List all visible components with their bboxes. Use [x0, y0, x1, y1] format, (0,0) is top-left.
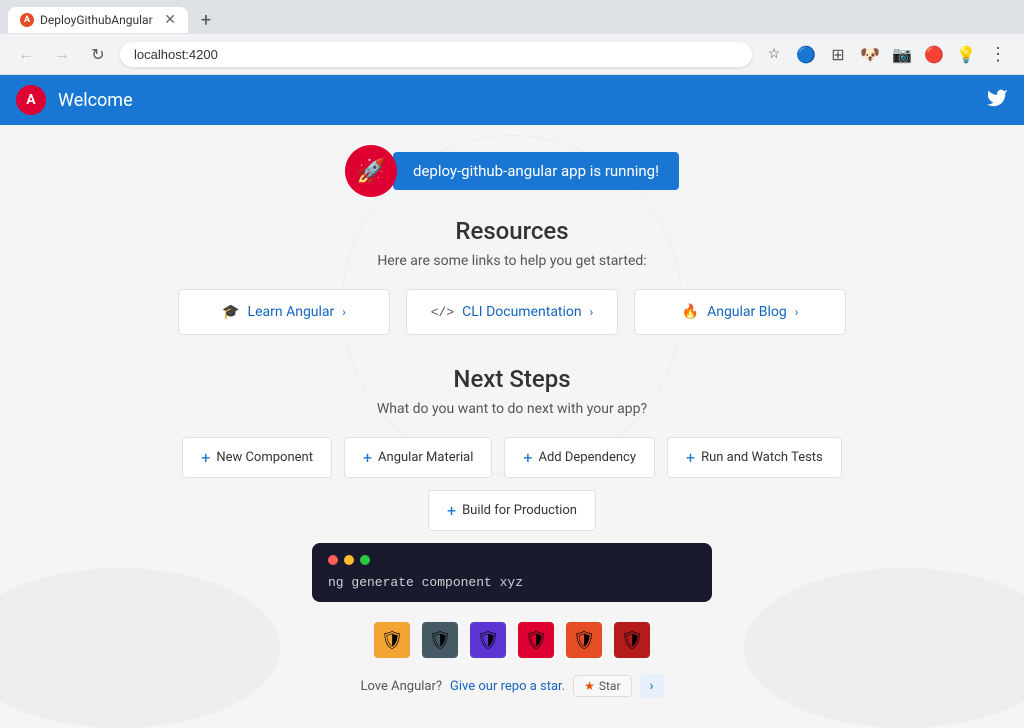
tab-favicon: A — [20, 13, 34, 27]
banner-text: deploy-github-angular app is running! — [393, 152, 679, 190]
cli-doc-card[interactable]: </> CLI Documentation › — [406, 289, 618, 335]
learn-angular-card[interactable]: 🎓 Learn Angular › — [178, 289, 390, 335]
add-dependency-card[interactable]: + Add Dependency — [504, 437, 655, 478]
plus-icon-5: + — [447, 501, 456, 520]
extension-icon-4[interactable]: 📷 — [888, 40, 916, 68]
plus-icon-3: + — [523, 448, 532, 467]
learn-angular-label: Learn Angular — [248, 304, 335, 320]
extension-icon-1[interactable]: 🔵 — [792, 40, 820, 68]
app-banner: 🚀 deploy-github-angular app is running! — [178, 145, 846, 197]
love-angular-text: Love Angular? — [360, 679, 442, 694]
ext-icon-5[interactable]: 🛡 — [566, 622, 602, 658]
arrow-button[interactable]: › — [640, 674, 664, 698]
build-production-card[interactable]: + Build for Production — [428, 490, 596, 531]
angular-blog-label: Angular Blog — [707, 304, 787, 320]
main-content: 🚀 deploy-github-angular app is running! … — [0, 125, 1024, 728]
terminal: ng generate component xyz — [312, 543, 712, 602]
browser-chrome: A DeployGithubAngular ✕ + ← → ↻ ☆ 🔵 ⊞ 🐶 … — [0, 0, 1024, 75]
next-steps-title: Next Steps — [178, 365, 846, 393]
toolbar-icons: ☆ 🔵 ⊞ 🐶 📷 🔴 💡 ⋮ — [760, 40, 1012, 68]
terminal-dot-green — [360, 555, 370, 565]
star-label: Star — [599, 679, 621, 693]
content-wrapper: 🚀 deploy-github-angular app is running! … — [162, 125, 862, 728]
next-steps-subtitle: What do you want to do next with your ap… — [178, 401, 846, 417]
twitter-icon[interactable] — [986, 87, 1008, 114]
plus-icon-2: + — [363, 448, 372, 467]
reload-button[interactable]: ↻ — [84, 40, 112, 68]
tab-bar: A DeployGithubAngular ✕ + — [0, 0, 1024, 34]
back-button[interactable]: ← — [12, 40, 40, 68]
cli-chevron: › — [590, 305, 594, 319]
rocket-circle: 🚀 — [345, 145, 397, 197]
angular-logo: A — [16, 85, 46, 115]
new-component-card[interactable]: + New Component — [182, 437, 332, 478]
terminal-code: ng generate component xyz — [328, 575, 696, 590]
star-symbol: ★ — [584, 679, 595, 693]
terminal-dot-red — [328, 555, 338, 565]
url-input[interactable] — [120, 42, 752, 67]
arrow-icon: › — [649, 678, 653, 694]
angular-blog-card[interactable]: 🔥 Angular Blog › — [634, 289, 846, 335]
ext-icon-1[interactable]: 🛡 — [374, 622, 410, 658]
extension-icon-6[interactable]: 💡 — [952, 40, 980, 68]
extension-icon-3[interactable]: 🐶 — [856, 40, 884, 68]
run-watch-tests-label: Run and Watch Tests — [701, 450, 823, 465]
steps-cards: + New Component + Angular Material + Add… — [178, 437, 846, 478]
resource-cards: 🎓 Learn Angular › </> CLI Documentation … — [178, 289, 846, 335]
tab-close-button[interactable]: ✕ — [164, 13, 176, 27]
address-bar: ← → ↻ ☆ 🔵 ⊞ 🐶 📷 🔴 💡 ⋮ — [0, 34, 1024, 74]
star-section: Love Angular? Give our repo a star. ★ St… — [178, 674, 846, 708]
give-star-link[interactable]: Give our repo a star. — [450, 679, 565, 694]
star-button[interactable]: ★ Star — [573, 675, 631, 697]
angular-material-card[interactable]: + Angular Material — [344, 437, 492, 478]
rocket-icon: 🚀 — [356, 157, 386, 185]
extension-icon-2[interactable]: ⊞ — [824, 40, 852, 68]
terminal-dots — [328, 555, 696, 565]
ext-icon-6[interactable]: 🛡 — [614, 622, 650, 658]
plus-icon-4: + — [686, 448, 695, 467]
new-component-label: New Component — [216, 450, 313, 465]
blog-chevron: › — [795, 305, 799, 319]
run-watch-tests-card[interactable]: + Run and Watch Tests — [667, 437, 842, 478]
new-tab-button[interactable]: + — [192, 6, 220, 34]
resources-title: Resources — [178, 217, 846, 245]
build-production-label: Build for Production — [462, 503, 577, 518]
cli-doc-label: CLI Documentation — [462, 304, 581, 320]
bookmark-icon[interactable]: ☆ — [760, 40, 788, 68]
app-header-left: A Welcome — [16, 85, 133, 115]
terminal-dot-yellow — [344, 555, 354, 565]
ext-icon-4[interactable]: 🛡 — [518, 622, 554, 658]
plus-icon-1: + — [201, 448, 210, 467]
resources-subtitle: Here are some links to help you get star… — [178, 253, 846, 269]
app-title: Welcome — [58, 90, 133, 111]
forward-button[interactable]: → — [48, 40, 76, 68]
menu-button[interactable]: ⋮ — [984, 40, 1012, 68]
extension-icon-5[interactable]: 🔴 — [920, 40, 948, 68]
angular-material-label: Angular Material — [378, 450, 473, 465]
ext-icon-2[interactable]: 🛡 — [422, 622, 458, 658]
app-header: A Welcome — [0, 75, 1024, 125]
learn-chevron: › — [342, 305, 346, 319]
blog-icon: 🔥 — [682, 304, 699, 320]
extension-icons: 🛡 🛡 🛡 🛡 🛡 🛡 — [178, 622, 846, 658]
cli-icon: </> — [431, 305, 454, 320]
learn-icon: 🎓 — [222, 304, 239, 320]
steps-cards-row2: + Build for Production — [178, 490, 846, 531]
ext-icon-3[interactable]: 🛡 — [470, 622, 506, 658]
add-dependency-label: Add Dependency — [538, 450, 636, 465]
tab-title: DeployGithubAngular — [40, 13, 158, 27]
active-tab[interactable]: A DeployGithubAngular ✕ — [8, 7, 188, 33]
